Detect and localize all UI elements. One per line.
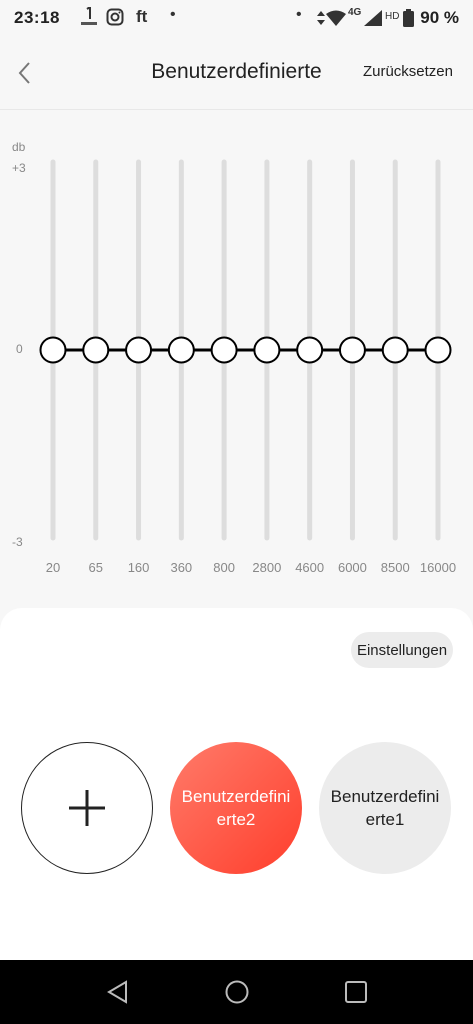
add-preset-button[interactable] (21, 742, 153, 874)
photo-app-icon (80, 5, 98, 30)
battery-icon (403, 9, 414, 30)
system-nav-bar (0, 960, 473, 1024)
plus-icon (69, 790, 105, 826)
eq-freq-label: 65 (89, 560, 103, 575)
eq-freq-label: 20 (46, 560, 60, 575)
instagram-icon (106, 8, 124, 29)
status-time: 23:18 (14, 8, 60, 27)
preset-panel: Einstellungen Benutzerdefinierte2 Benutz… (0, 608, 473, 960)
eq-freq-label: 160 (128, 560, 150, 575)
eq-knob-8500[interactable] (381, 336, 409, 364)
dot-icon: • (296, 6, 302, 23)
eq-freq-label: 6000 (338, 560, 367, 575)
eq-freq-label: 4600 (295, 560, 324, 575)
preset-benutzerdefinierte1[interactable]: Benutzerdefinierte1 (319, 742, 451, 874)
wifi-icon (326, 10, 346, 29)
nav-recents-button[interactable] (342, 978, 370, 1006)
settings-button[interactable]: Einstellungen (351, 632, 453, 668)
preset-label: Benutzerdefinierte1 (330, 787, 440, 829)
recents-square-icon (345, 981, 367, 1003)
equalizer: db +3 0 -3 20 65 160 360 800 2800 4600 6000 8500… (0, 110, 473, 610)
4g-icon: 4G (348, 7, 362, 18)
data-arrows-icon (316, 10, 326, 29)
eq-knob-20[interactable] (39, 336, 67, 364)
eq-knob-65[interactable] (82, 336, 110, 364)
preset-benutzerdefinierte2[interactable]: Benutzerdefinierte2 (170, 742, 302, 874)
eq-knob-6000[interactable] (338, 336, 366, 364)
battery-percent: 90 % (420, 8, 459, 27)
eq-knob-160[interactable] (125, 336, 153, 364)
reset-button[interactable]: Zurücksetzen (363, 63, 453, 80)
eq-freq-label: 800 (213, 560, 235, 575)
nav-back-button[interactable] (104, 978, 132, 1006)
eq-knob-4600[interactable] (296, 336, 324, 364)
eq-knob-800[interactable] (210, 336, 238, 364)
eq-freq-label: 8500 (381, 560, 410, 575)
signal-icon (364, 10, 382, 29)
back-triangle-icon (107, 980, 127, 1004)
eq-knob-16000[interactable] (424, 336, 452, 364)
eq-freq-label: 2800 (252, 560, 281, 575)
nav-home-button[interactable] (223, 978, 251, 1006)
eq-knob-360[interactable] (167, 336, 195, 364)
home-circle-icon (225, 980, 249, 1004)
eq-knob-2800[interactable] (253, 336, 281, 364)
eq-freq-label: 16000 (420, 560, 456, 575)
status-bar: 23:18 ft • • 4G HD 90 % (0, 0, 473, 36)
hd-icon: HD (385, 11, 400, 22)
app-header: Benutzerdefinierte Zurücksetzen (0, 36, 473, 110)
eq-freq-label: 360 (170, 560, 192, 575)
dot-icon: • (170, 6, 176, 23)
eq-chart[interactable]: 20 65 160 360 800 2800 4600 6000 8500 16000 (0, 110, 473, 590)
preset-label: Benutzerdefinierte2 (181, 787, 291, 829)
ft-icon: ft (136, 7, 148, 26)
